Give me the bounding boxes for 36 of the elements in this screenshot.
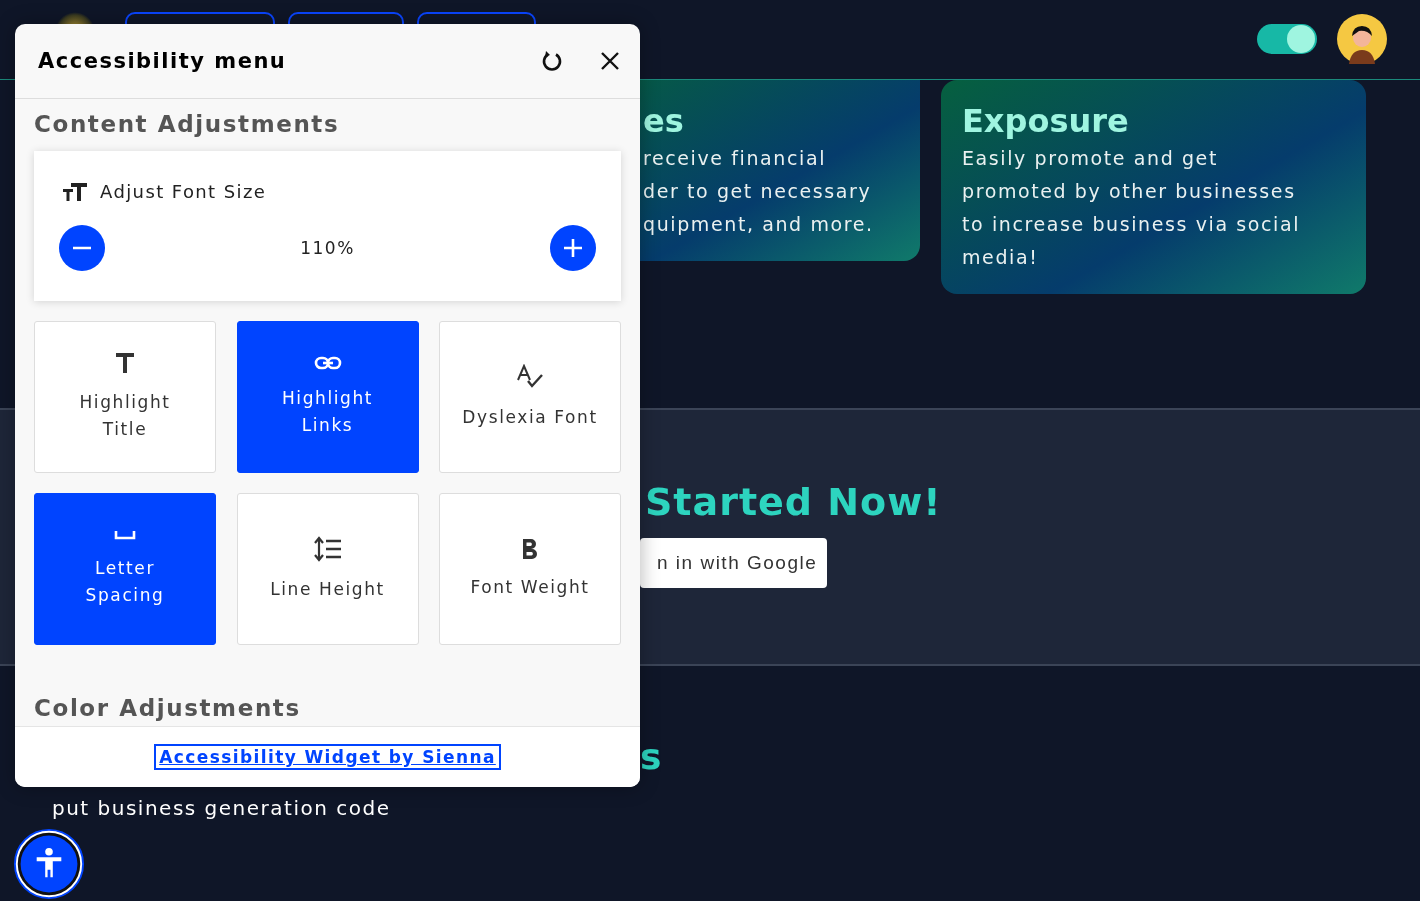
font-size-label: Adjust Font Size	[100, 181, 267, 202]
title-t-icon	[114, 351, 136, 375]
card-text: Easily promote and get promoted by other businesses to increase business via social media!	[962, 146, 1302, 270]
card-text: receive financial	[643, 146, 827, 171]
option-tile[interactable]: Dyslexia Font	[439, 321, 621, 473]
font-size-value: 110%	[300, 238, 355, 258]
option-tile[interactable]: Line Height	[236, 493, 419, 645]
accessibility-button[interactable]	[13, 828, 85, 900]
option-tile[interactable]: Letter Spacing	[34, 493, 216, 645]
card-text: quipment, and more.	[643, 212, 875, 237]
reset-icon[interactable]	[540, 49, 564, 73]
panel-title: Accessibility menu	[38, 49, 288, 73]
section-heading: Color Adjustments	[34, 695, 302, 721]
section-heading: s	[640, 735, 662, 779]
theme-toggle[interactable]	[1257, 24, 1317, 54]
avatar-icon[interactable]	[1337, 14, 1387, 64]
link-icon	[313, 355, 342, 371]
text-size-icon	[62, 181, 88, 202]
close-icon[interactable]	[600, 51, 620, 71]
card-title: Exposure	[962, 101, 1130, 142]
increase-button[interactable]	[550, 225, 596, 271]
card-title: es	[643, 101, 685, 142]
google-signin-button[interactable]: n in with Google	[640, 538, 827, 588]
decrease-button[interactable]	[59, 225, 105, 271]
space-bar-icon	[114, 529, 136, 541]
spell-check-icon	[516, 363, 544, 390]
line-height-icon	[313, 535, 342, 562]
cta-heading: Started Now!	[644, 480, 943, 524]
card-text: der to get necessary	[643, 179, 873, 204]
bold-b-icon	[521, 537, 539, 560]
option-tile[interactable]: Highlight Title	[34, 321, 216, 473]
option-tile[interactable]: Highlight Links	[236, 321, 419, 473]
section-text: put business generation code	[51, 795, 391, 820]
widget-credit-link[interactable]: Accessibility Widget by Sienna	[156, 746, 499, 768]
option-tile[interactable]: Font Weight	[439, 493, 621, 645]
section-heading: Content Adjustments	[34, 111, 341, 137]
